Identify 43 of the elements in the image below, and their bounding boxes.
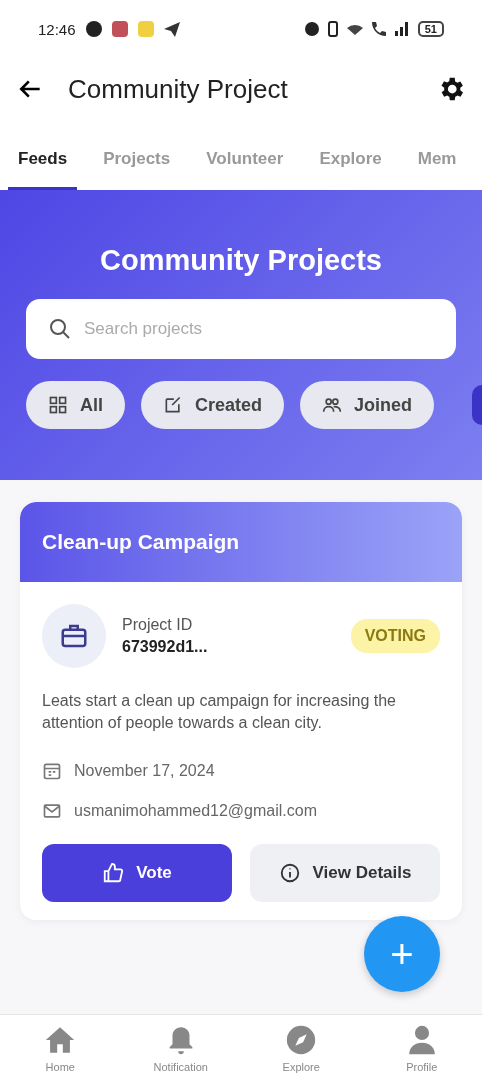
hero-title: Community Projects xyxy=(100,244,382,277)
app-icon xyxy=(111,21,128,37)
send-icon xyxy=(163,21,180,37)
tab[interactable]: Explore xyxy=(309,149,392,190)
app-icon xyxy=(137,21,154,37)
phone-icon xyxy=(371,22,386,36)
filter-chip[interactable]: Joined xyxy=(300,381,435,429)
app-icon xyxy=(85,21,102,37)
alarm-icon xyxy=(304,22,319,36)
mail-icon xyxy=(42,801,62,821)
tab[interactable]: Volunteer xyxy=(196,149,294,190)
add-button[interactable]: + xyxy=(364,916,440,992)
tab[interactable]: Mem xyxy=(407,149,467,190)
battery-indicator: 51 xyxy=(417,21,444,37)
vote-button[interactable]: Vote xyxy=(42,844,232,902)
people-icon xyxy=(322,395,343,415)
nav-item[interactable]: Profile xyxy=(386,1023,457,1080)
search-field[interactable]: Search projects xyxy=(26,299,456,359)
nav-item[interactable]: Notification xyxy=(145,1023,216,1080)
edit-icon xyxy=(163,395,183,415)
project-email: usmanimohammed12@gmail.com xyxy=(74,802,317,820)
status-time: 12:46 xyxy=(38,20,76,38)
nav-item[interactable]: Home xyxy=(25,1023,96,1080)
calendar-icon xyxy=(42,761,62,781)
filter-chip[interactable]: All xyxy=(26,381,125,429)
details-button[interactable]: View Details xyxy=(250,844,440,902)
wifi-icon xyxy=(346,23,363,35)
project-id-label: Project ID xyxy=(122,616,194,634)
filter-chip[interactable]: Created xyxy=(141,381,285,429)
info-icon xyxy=(278,862,301,884)
vibrate-icon xyxy=(327,21,338,37)
grid-icon xyxy=(48,395,68,415)
project-description: Leats start a clean up campaign for increasing the attention of people towards a clean city. xyxy=(42,691,397,733)
thumbs-up-icon xyxy=(102,862,125,884)
status-badge: VOTING xyxy=(350,619,440,653)
tab[interactable]: Projects xyxy=(93,149,181,190)
app-title: Community Project xyxy=(68,73,289,105)
search-icon xyxy=(48,317,72,341)
project-title: Clean-up Campaign xyxy=(20,502,462,582)
project-date: November 17, 2024 xyxy=(74,762,215,780)
signal-icon xyxy=(394,22,409,36)
project-id: 673992d1... xyxy=(122,638,209,656)
nav-item[interactable]: Explore xyxy=(266,1023,337,1080)
